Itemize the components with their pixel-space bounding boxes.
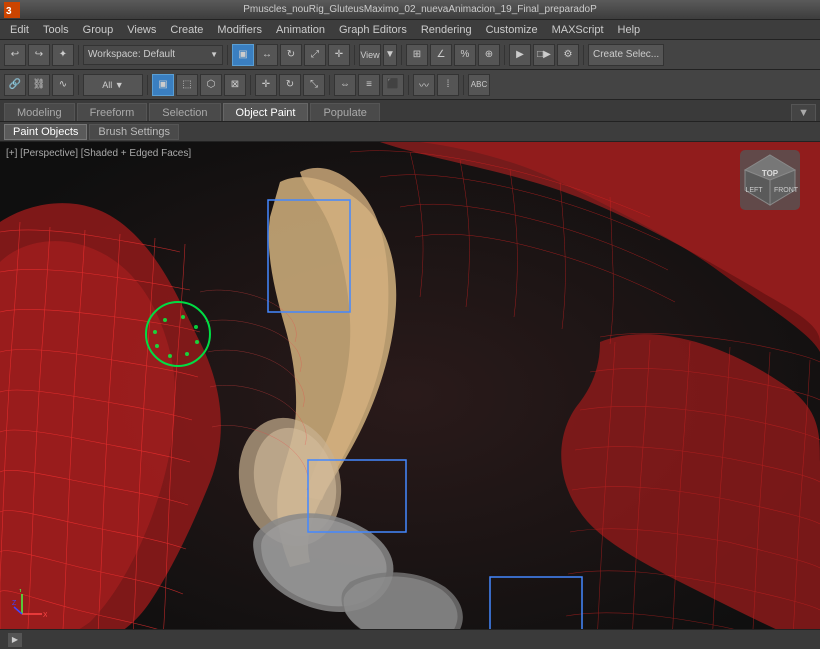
svg-text:FRONT: FRONT bbox=[774, 187, 799, 194]
move-tool[interactable]: ✛ bbox=[255, 74, 277, 96]
tab-selection[interactable]: Selection bbox=[149, 103, 220, 121]
svg-text:LEFT: LEFT bbox=[745, 187, 763, 194]
spinner-snap[interactable]: ⊕ bbox=[478, 44, 500, 66]
svg-text:Y: Y bbox=[18, 589, 23, 594]
separator2 bbox=[227, 45, 228, 65]
workspace-dropdown[interactable]: Workspace: Default ▼ bbox=[83, 45, 223, 65]
redo-button[interactable]: ↪ bbox=[28, 44, 50, 66]
sep-t2-4 bbox=[329, 75, 330, 95]
percent-snap[interactable]: % bbox=[454, 44, 476, 66]
select-mode-button[interactable]: ▣ bbox=[232, 44, 254, 66]
tab-populate[interactable]: Populate bbox=[310, 103, 379, 121]
toolbar-row2: 🔗 ⛓ ∿ All ▼ ▣ ⬚ ⬡ ⊠ ✛ ↻ ⤡ ⇔ ≡ ⬛ 〰 ⁞ ABC bbox=[0, 70, 820, 100]
svg-text:Z: Z bbox=[12, 600, 17, 607]
separator6 bbox=[583, 45, 584, 65]
undo-button[interactable]: ↩ bbox=[4, 44, 26, 66]
menu-bar: Edit Tools Group Views Create Modifiers … bbox=[0, 20, 820, 40]
unlink-button[interactable]: ⛓ bbox=[28, 74, 50, 96]
snap-toggle[interactable]: ⊞ bbox=[406, 44, 428, 66]
viewport-canvas bbox=[0, 142, 820, 649]
svg-text:X: X bbox=[43, 612, 47, 619]
align-tool[interactable]: ≡ bbox=[358, 74, 380, 96]
separator3 bbox=[354, 45, 355, 65]
status-bar: ▶ bbox=[0, 629, 820, 649]
create-selection-button[interactable]: Create Selec... bbox=[588, 44, 664, 66]
tab-freeform[interactable]: Freeform bbox=[77, 103, 148, 121]
mode-tabs: Modeling Freeform Selection Object Paint… bbox=[0, 100, 820, 122]
play-button[interactable]: ▶ bbox=[8, 633, 22, 647]
select-obj-button[interactable]: ▣ bbox=[152, 74, 174, 96]
title-text: Pmuscles_nouRig_GluteusMaximo_02_nuevaAn… bbox=[24, 4, 816, 15]
render-frame-button[interactable]: □▶ bbox=[533, 44, 555, 66]
rotate-button[interactable]: ↻ bbox=[280, 44, 302, 66]
window-crossing-button[interactable]: ⊠ bbox=[224, 74, 246, 96]
move-button[interactable]: ↔ bbox=[256, 44, 278, 66]
mirror-tool[interactable]: ⇔ bbox=[334, 74, 356, 96]
svg-text:3: 3 bbox=[6, 6, 12, 17]
curve-editor[interactable]: 〰 bbox=[413, 74, 435, 96]
transform-button[interactable]: ✛ bbox=[328, 44, 350, 66]
view-button[interactable]: View bbox=[359, 44, 381, 66]
menu-graph-editors[interactable]: Graph Editors bbox=[333, 22, 413, 38]
tabs-dropdown[interactable]: ▼ bbox=[791, 104, 816, 121]
dope-sheet[interactable]: ⁞ bbox=[437, 74, 459, 96]
render-button[interactable]: ▶ bbox=[509, 44, 531, 66]
filter-dropdown[interactable]: All ▼ bbox=[83, 74, 143, 96]
menu-customize[interactable]: Customize bbox=[480, 22, 544, 38]
menu-animation[interactable]: Animation bbox=[270, 22, 331, 38]
sub-tabs: Paint Objects Brush Settings bbox=[0, 122, 820, 142]
app-logo: 3 bbox=[4, 2, 20, 18]
menu-group[interactable]: Group bbox=[77, 22, 120, 38]
select-fence-button[interactable]: ⬡ bbox=[200, 74, 222, 96]
view-dropdown[interactable]: ▼ bbox=[383, 44, 397, 66]
select-region-button[interactable]: ⬚ bbox=[176, 74, 198, 96]
menu-create[interactable]: Create bbox=[164, 22, 209, 38]
toolbar-row1: ↩ ↪ ✦ Workspace: Default ▼ ▣ ↔ ↻ ⤢ ✛ Vie… bbox=[0, 40, 820, 70]
sub-tab-paint-objects[interactable]: Paint Objects bbox=[4, 124, 87, 140]
named-sel-button[interactable]: ABC bbox=[468, 74, 490, 96]
render-settings[interactable]: ⚙ bbox=[557, 44, 579, 66]
viewport[interactable]: [+] [Perspective] [Shaded + Edged Faces]… bbox=[0, 142, 820, 649]
select-by-name-button[interactable]: ✦ bbox=[52, 44, 74, 66]
separator1 bbox=[78, 45, 79, 65]
sep-t2-3 bbox=[250, 75, 251, 95]
link-button[interactable]: 🔗 bbox=[4, 74, 26, 96]
menu-edit[interactable]: Edit bbox=[4, 22, 35, 38]
scale-tool[interactable]: ⤡ bbox=[303, 74, 325, 96]
layer-tool[interactable]: ⬛ bbox=[382, 74, 404, 96]
tab-object-paint[interactable]: Object Paint bbox=[223, 103, 309, 121]
sep-t2-2 bbox=[147, 75, 148, 95]
navigation-cube[interactable]: TOP LEFT FRONT bbox=[740, 150, 800, 210]
menu-rendering[interactable]: Rendering bbox=[415, 22, 478, 38]
bind-space-warp[interactable]: ∿ bbox=[52, 74, 74, 96]
scale-button[interactable]: ⤢ bbox=[304, 44, 326, 66]
menu-tools[interactable]: Tools bbox=[37, 22, 75, 38]
separator5 bbox=[504, 45, 505, 65]
svg-text:TOP: TOP bbox=[762, 169, 779, 178]
menu-modifiers[interactable]: Modifiers bbox=[211, 22, 268, 38]
menu-maxscript[interactable]: MAXScript bbox=[546, 22, 610, 38]
sep-t2-1 bbox=[78, 75, 79, 95]
rotate-tool[interactable]: ↻ bbox=[279, 74, 301, 96]
menu-help[interactable]: Help bbox=[612, 22, 647, 38]
axis-indicator: X Y Z bbox=[12, 589, 42, 619]
tab-modeling[interactable]: Modeling bbox=[4, 103, 75, 121]
sep-t2-6 bbox=[463, 75, 464, 95]
menu-views[interactable]: Views bbox=[121, 22, 162, 38]
title-bar: 3 Pmuscles_nouRig_GluteusMaximo_02_nueva… bbox=[0, 0, 820, 20]
angle-snap[interactable]: ∠ bbox=[430, 44, 452, 66]
sep-t2-5 bbox=[408, 75, 409, 95]
separator4 bbox=[401, 45, 402, 65]
sub-tab-brush-settings[interactable]: Brush Settings bbox=[89, 124, 179, 140]
